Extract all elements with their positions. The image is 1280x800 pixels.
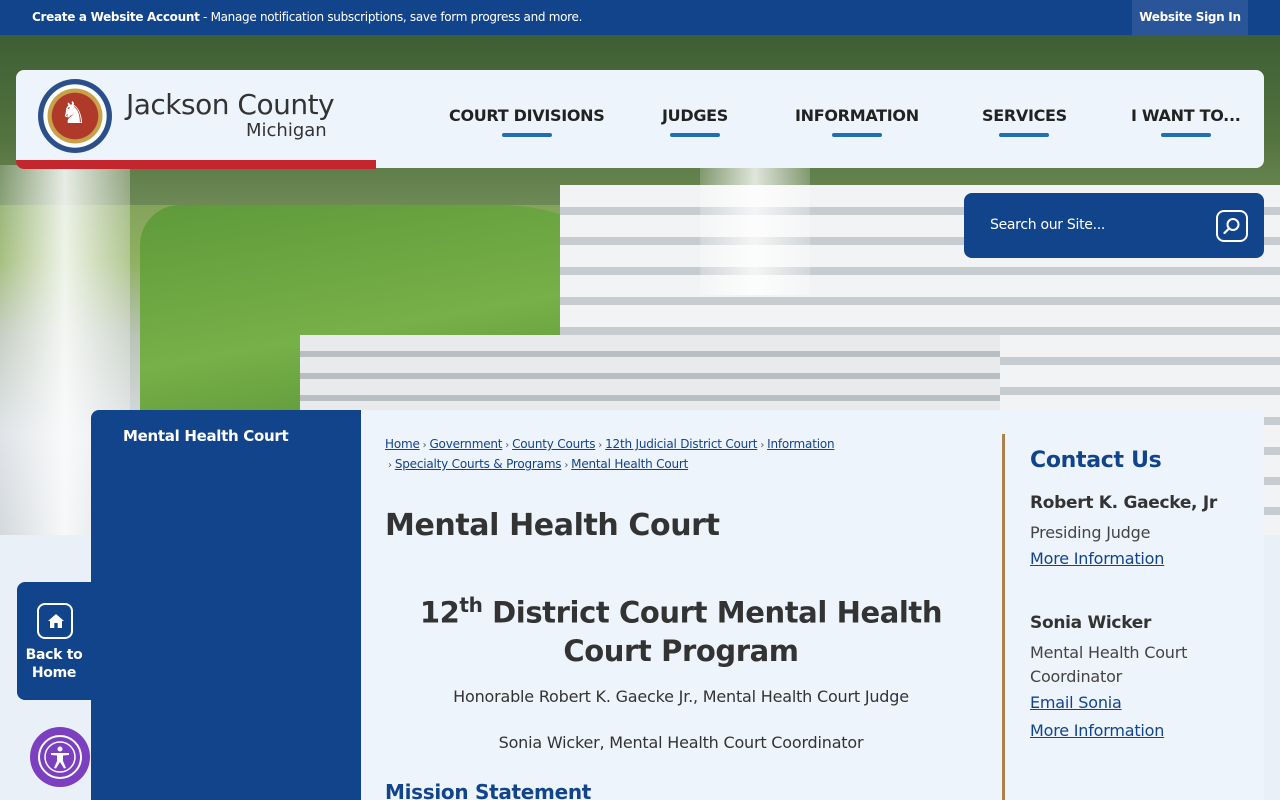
nav-label: SERVICES (982, 106, 1067, 125)
program-heading: 12th District Court Mental Health Court … (385, 586, 977, 670)
breadcrumb-separator: › (505, 440, 510, 451)
back-to-home-line2: Home (31, 665, 77, 681)
county-seal-logo[interactable]: ♞ (38, 79, 112, 153)
breadcrumb-separator: › (760, 440, 765, 451)
main-content: Home › Government › County Courts › 12th Judic… (361, 410, 1264, 800)
nav-underline (1160, 133, 1211, 137)
breadcrumb-separator: › (564, 460, 569, 471)
nav-underline (831, 133, 882, 137)
search-input[interactable]: Search our Site... (990, 217, 1105, 233)
account-message-text: - Manage notification subscriptions, sav… (199, 10, 583, 24)
breadcrumb-government[interactable]: Government (429, 437, 502, 451)
contact-name: Robert K. Gaecke, Jr (1030, 493, 1217, 513)
search-button[interactable] (1216, 210, 1248, 242)
account-message[interactable]: Create a Website Account - Manage notifi… (32, 10, 582, 24)
accessibility-button[interactable] (30, 727, 90, 787)
logo-title[interactable]: Jackson County (126, 88, 335, 121)
site-header: ♞ Jackson County Michigan COURT DIVISION… (16, 70, 1264, 169)
program-heading-number: 12 (419, 595, 460, 630)
nav-label: I WANT TO... (1131, 106, 1241, 125)
more-information-link[interactable]: More Information (1030, 717, 1240, 745)
search-icon (1223, 218, 1240, 235)
nav-services[interactable]: SERVICES (982, 106, 1067, 137)
back-to-home-label: Back to Home (17, 646, 91, 682)
site-search: Search our Site... (964, 193, 1264, 258)
breadcrumb-separator: › (422, 440, 427, 451)
breadcrumb-mental-health-court[interactable]: Mental Health Court (571, 457, 688, 471)
contact-name: Sonia Wicker (1030, 613, 1152, 633)
nav-label: INFORMATION (795, 106, 919, 125)
breadcrumb-district-court[interactable]: 12th Judicial District Court (605, 437, 757, 451)
contact-us-title: Contact Us (1030, 448, 1162, 473)
breadcrumb-separator: › (388, 460, 392, 471)
nav-label: JUDGES (662, 106, 729, 125)
contact-us-panel: Contact Us Robert K. Gaecke, Jr Presidin… (1030, 448, 1240, 745)
nav-label: COURT DIVISIONS (449, 106, 605, 125)
page-title: Mental Health Court (385, 508, 720, 543)
back-to-home-button[interactable]: Back to Home (17, 582, 91, 700)
nav-underline (501, 133, 552, 137)
horse-icon: ♞ (60, 96, 87, 131)
breadcrumb: Home › Government › County Courts › 12th Judic… (385, 435, 865, 475)
contact-role: Presiding Judge (1030, 523, 1151, 542)
nav-underline (999, 133, 1050, 137)
website-sign-in-button[interactable]: Website Sign In (1132, 0, 1248, 35)
judge-line: Honorable Robert K. Gaecke Jr., Mental H… (453, 687, 909, 706)
nav-underline (670, 133, 720, 137)
more-information-link[interactable]: More Information (1030, 545, 1240, 573)
home-icon (37, 603, 73, 639)
contact-role: Mental Health Court Coordinator (1030, 643, 1188, 686)
coordinator-line: Sonia Wicker, Mental Health Court Coordi… (498, 733, 864, 752)
breadcrumb-separator: › (598, 440, 603, 451)
breadcrumb-home[interactable]: Home (385, 437, 420, 451)
nav-information[interactable]: INFORMATION (795, 106, 919, 137)
program-heading-text: District Court Mental Health Court Progr… (482, 595, 943, 668)
email-link[interactable]: Email Sonia (1030, 689, 1240, 717)
content-divider (1002, 434, 1005, 800)
program-heading-suffix: th (459, 593, 483, 617)
mission-statement-heading: Mission Statement (385, 780, 592, 800)
sidenav-item-mental-health-court[interactable]: Mental Health Court (123, 427, 289, 445)
breadcrumb-information[interactable]: Information (767, 437, 834, 451)
side-navigation: Mental Health Court (91, 410, 361, 800)
nav-judges[interactable]: JUDGES (662, 106, 729, 137)
create-account-link[interactable]: Create a Website Account (32, 10, 200, 24)
breadcrumb-specialty-courts[interactable]: Specialty Courts & Programs (395, 457, 562, 471)
breadcrumb-county-courts[interactable]: County Courts (512, 437, 595, 451)
header-accent-bar (16, 160, 376, 169)
accessibility-icon (44, 741, 76, 773)
nav-court-divisions[interactable]: COURT DIVISIONS (449, 106, 605, 137)
nav-i-want-to[interactable]: I WANT TO... (1131, 106, 1241, 137)
back-to-home-line1: Back to (25, 647, 83, 663)
top-bar: Create a Website Account - Manage notifi… (0, 0, 1280, 35)
logo-subtitle[interactable]: Michigan (246, 120, 327, 141)
